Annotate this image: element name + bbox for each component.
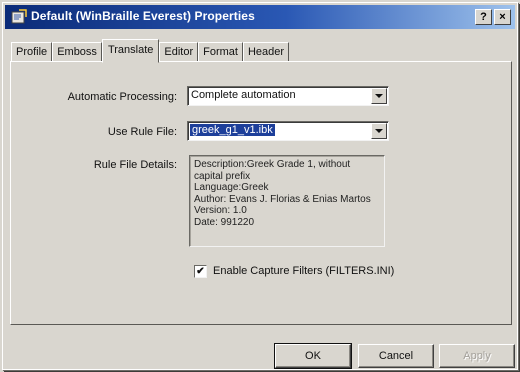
details-line: Version: 1.0 — [194, 205, 247, 216]
automatic-processing-value: Complete automation — [191, 89, 296, 101]
capture-filters-checkbox[interactable]: ✔ — [194, 265, 207, 278]
details-line: Date: 991220 — [194, 216, 255, 228]
tab-emboss[interactable]: Emboss — [52, 42, 102, 62]
title-bar[interactable]: Default (WinBraille Everest) Properties … — [5, 5, 515, 29]
tab-editor[interactable]: Editor — [159, 42, 199, 62]
apply-button[interactable]: Apply — [439, 344, 515, 368]
ok-button[interactable]: OK — [274, 343, 352, 369]
capture-filters-label[interactable]: Enable Capture Filters (FILTERS.INI) — [213, 265, 394, 277]
automatic-processing-select[interactable]: Complete automation — [187, 86, 389, 106]
rule-file-details-label: Rule File Details: — [93, 159, 177, 171]
automatic-processing-label: Automatic Processing: — [67, 91, 177, 103]
chevron-down-icon[interactable] — [371, 123, 387, 139]
details-line: Description:Greek Grade 1, without — [194, 159, 351, 170]
details-line: Language:Greek — [194, 182, 269, 193]
tab-header[interactable]: Header — [242, 42, 290, 62]
tab-translate[interactable]: Translate — [101, 39, 160, 63]
chevron-down-icon[interactable] — [371, 88, 387, 104]
help-button[interactable]: ? — [475, 9, 492, 25]
details-line: capital prefix — [194, 170, 251, 182]
use-rule-file-select[interactable]: greek_g1_v1.ibk — [187, 121, 389, 141]
cancel-button[interactable]: Cancel — [358, 344, 434, 368]
window-title: Default (WinBraille Everest) Properties — [31, 9, 255, 23]
details-line: Author: Evans J. Florias & Enias Martos — [194, 193, 371, 205]
tab-strip: Profile Emboss Translate Editor Format H… — [11, 39, 290, 63]
application-icon — [11, 9, 27, 24]
tab-format[interactable]: Format — [198, 42, 243, 62]
properties-dialog: Default (WinBraille Everest) Properties … — [2, 2, 518, 370]
use-rule-file-value: greek_g1_v1.ibk — [190, 124, 275, 136]
rule-file-details-box: Description:Greek Grade 1, without capit… — [189, 155, 385, 247]
checkmark-icon: ✔ — [196, 266, 205, 277]
tab-profile[interactable]: Profile — [11, 42, 53, 62]
close-button[interactable]: × — [494, 9, 511, 25]
use-rule-file-label: Use Rule File: — [107, 126, 177, 138]
